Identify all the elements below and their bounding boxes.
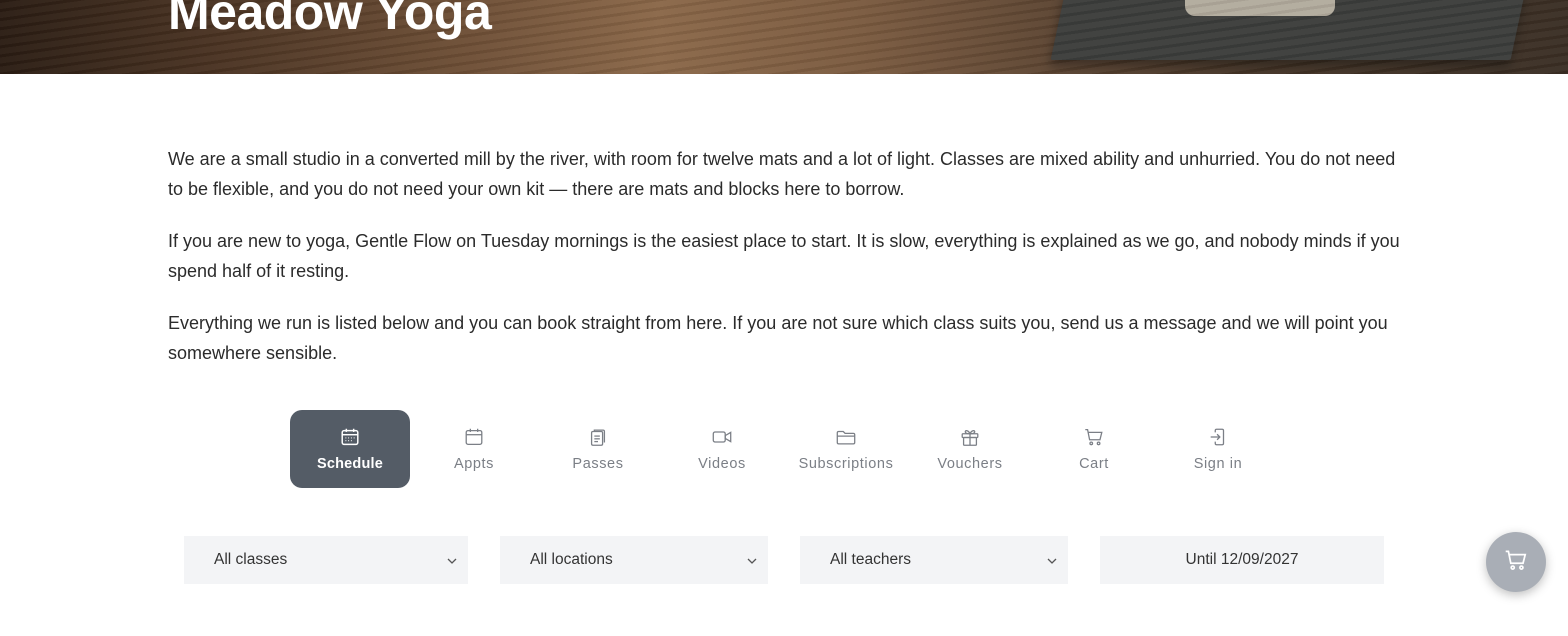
tab-label: Sign in bbox=[1193, 456, 1243, 472]
intro-text: We are a small studio in a converted mil… bbox=[168, 144, 1408, 390]
tab-label: Subscriptions bbox=[798, 456, 894, 472]
folder-icon bbox=[835, 426, 857, 448]
tab-schedule[interactable]: Schedule bbox=[290, 410, 410, 488]
teacher-filter-select[interactable]: All teachers bbox=[800, 536, 1068, 584]
cart-icon bbox=[1503, 547, 1529, 578]
gift-icon bbox=[959, 426, 981, 448]
sign-in-icon bbox=[1207, 426, 1229, 448]
intro-paragraph: If you are new to yoga, Gentle Flow on T… bbox=[168, 231, 1400, 281]
intro-paragraph: Everything we run is listed below and yo… bbox=[168, 313, 1388, 363]
intro-paragraph: We are a small studio in a converted mil… bbox=[168, 149, 1396, 199]
tab-label: Videos bbox=[698, 456, 746, 472]
cart-icon bbox=[1083, 426, 1105, 448]
calendar-icon bbox=[339, 426, 361, 448]
location-filter-value: All locations bbox=[530, 551, 613, 568]
page-title: Meadow Yoga bbox=[168, 0, 492, 40]
date-filter-input[interactable]: Until 12/09/2027 bbox=[1100, 536, 1384, 584]
class-filter-select[interactable]: All classes bbox=[184, 536, 468, 584]
chevron-down-icon bbox=[1046, 554, 1058, 566]
tab-sign-in[interactable]: Sign in bbox=[1158, 410, 1278, 488]
tab-label: Cart bbox=[1079, 456, 1109, 472]
tab-vouchers[interactable]: Vouchers bbox=[910, 410, 1030, 488]
teacher-filter-value: All teachers bbox=[830, 551, 911, 568]
video-camera-icon bbox=[711, 426, 733, 448]
calendar-outline-icon bbox=[463, 426, 485, 448]
floating-cart-button[interactable] bbox=[1486, 532, 1546, 592]
date-filter-value: Until 12/09/2027 bbox=[1185, 551, 1299, 568]
tab-label: Vouchers bbox=[937, 456, 1003, 472]
clipboard-icon bbox=[587, 426, 609, 448]
hero-yoga-block-image bbox=[1185, 0, 1335, 16]
chevron-down-icon bbox=[446, 554, 458, 566]
tab-passes[interactable]: Passes bbox=[538, 410, 658, 488]
tab-videos[interactable]: Videos bbox=[662, 410, 782, 488]
chevron-down-icon bbox=[746, 554, 758, 566]
hero-banner: Meadow Yoga bbox=[0, 0, 1568, 74]
tab-subscriptions[interactable]: Subscriptions bbox=[786, 410, 906, 488]
tab-appts[interactable]: Appts bbox=[414, 410, 534, 488]
class-filter-value: All classes bbox=[214, 551, 288, 568]
tab-label: Schedule bbox=[316, 456, 384, 472]
location-filter-select[interactable]: All locations bbox=[500, 536, 768, 584]
hero-yoga-mat-image bbox=[1050, 0, 1526, 60]
tab-label: Appts bbox=[453, 456, 495, 472]
tab-cart[interactable]: Cart bbox=[1034, 410, 1154, 488]
tab-label: Passes bbox=[572, 456, 624, 472]
